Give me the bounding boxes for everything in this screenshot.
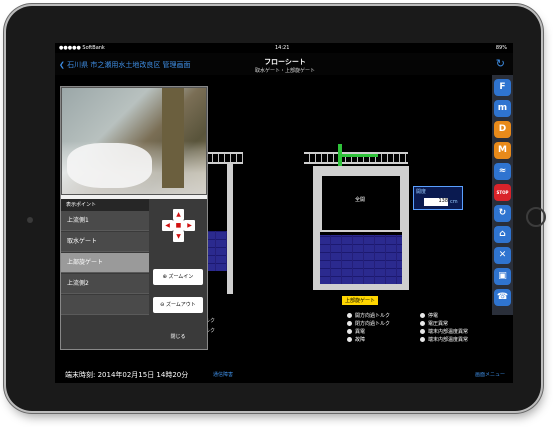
comm-error-link[interactable]: 通信障害 <box>213 371 233 378</box>
pan-left-button[interactable]: ◀ <box>162 220 173 231</box>
legend-item: 端末内部温度異常 <box>420 328 468 336</box>
page-title: フローシート <box>264 58 306 66</box>
status-bar: ●●●●● SoftBank 14:21 89% <box>55 43 513 53</box>
back-button[interactable]: ❮ 石川県 市之瀬用水土地改良区 管理画面 <box>59 60 191 70</box>
stop-icon[interactable]: STOP <box>494 184 511 201</box>
legend-item: 閉方向過トルク <box>347 320 390 328</box>
legend-center: 開方向過トルク 閉方向過トルク 異電 故障 <box>347 312 390 344</box>
legend-item: 開方向過トルク <box>347 312 390 320</box>
pan-up-button[interactable]: ▲ <box>173 209 184 220</box>
legend-item: 停電 <box>420 312 468 320</box>
gate-frame-top <box>313 166 409 174</box>
home-button[interactable] <box>526 207 546 227</box>
carrier-label: ●●●●● SoftBank <box>59 45 105 51</box>
gate-water <box>320 235 402 284</box>
gate-opening-value: 138 <box>424 198 448 206</box>
view-point-item[interactable]: 取水ゲート <box>61 232 149 252</box>
zoom-out-button[interactable]: ⊖ ズームアウト <box>153 297 203 313</box>
legend-item: 端末内部温度異常 <box>420 336 468 344</box>
view-point-header: 表示ポイント <box>61 199 149 211</box>
gate-name-tag: 上部旋ゲート <box>342 296 379 305</box>
side-button-f[interactable]: F <box>494 79 511 96</box>
gate-floor <box>313 284 409 290</box>
legend-right: 停電 電圧異常 端末内部温度異常 端末内部温度異常 <box>420 312 468 344</box>
gate-opening-unit: cm <box>450 199 458 205</box>
terminal-time: 端末時刻: 2014年02月15日 14時20分 <box>65 371 189 379</box>
gate-opening-label: 開度 <box>416 189 427 195</box>
home-icon[interactable]: ⌂ <box>494 226 511 243</box>
legend-item: 故障 <box>347 336 390 344</box>
side-toolbar: F m D M ≈ STOP ↻ ⌂ ✕ ▣ ☎ <box>492 75 513 315</box>
back-label: 石川県 市之瀬用水土地改良区 管理画面 <box>67 61 191 69</box>
camera-water-spray <box>67 143 152 188</box>
legend-item: 電圧異常 <box>420 320 468 328</box>
left-gate-water <box>205 231 227 271</box>
app-screen: ●●●●● SoftBank 14:21 89% ❮ 石川県 市之瀬用水土地改良… <box>55 43 513 383</box>
pan-right-button[interactable]: ▶ <box>184 220 195 231</box>
tools-icon[interactable]: ✕ <box>494 247 511 264</box>
left-gate-pillar <box>227 164 233 294</box>
refresh-cycle-icon[interactable]: ↻ <box>494 205 511 222</box>
view-point-list: 表示ポイント 上流側1 取水ゲート 上部旋ゲート 上流側2 <box>61 199 149 349</box>
side-button-d[interactable]: D <box>494 121 511 138</box>
screen-menu-link[interactable]: 画面メニュー <box>475 371 505 378</box>
wave-icon[interactable]: ≈ <box>494 163 511 180</box>
clock: 14:21 <box>275 45 290 51</box>
phone-icon[interactable]: ☎ <box>494 289 511 306</box>
zoom-in-button[interactable]: ⊕ ズームイン <box>153 269 203 285</box>
gate-pillar-right <box>402 174 409 284</box>
side-button-m2[interactable]: M <box>494 142 511 159</box>
chevron-left-icon: ❮ <box>59 61 68 69</box>
camera-gate-pillar <box>162 88 184 188</box>
navigation-bar: ❮ 石川県 市之瀬用水土地改良区 管理画面 フローシート 取水ゲート・上部旋ゲー… <box>55 53 513 75</box>
side-button-m[interactable]: m <box>494 100 511 117</box>
view-point-item-empty <box>61 295 149 315</box>
gate-pillar-left <box>313 174 320 284</box>
view-point-item[interactable]: 上流側1 <box>61 211 149 231</box>
gate-leaf <box>320 174 402 232</box>
camera-controls: ▲ ◀ ■ ▶ ▼ ⊕ ズームイン ⊖ ズームアウト 閉じる <box>149 199 207 349</box>
gate-mechanism-green-2 <box>338 154 378 157</box>
camera-feed <box>61 87 207 195</box>
close-button[interactable]: 閉じる <box>153 330 203 344</box>
refresh-icon[interactable]: ↻ <box>496 57 505 70</box>
front-camera <box>27 217 33 223</box>
legend-item: 異電 <box>347 328 390 336</box>
camera-icon[interactable]: ▣ <box>494 268 511 285</box>
page-subtitle: 取水ゲート・上部旋ゲート <box>254 68 315 74</box>
gate-opening-box: 開度 138 cm <box>413 186 463 210</box>
footer-bar: 端末時刻: 2014年02月15日 14時20分 通信障害 画面メニュー <box>55 368 513 383</box>
gate-status-label: 全開 <box>355 197 366 203</box>
direction-pad: ▲ ◀ ■ ▶ ▼ <box>162 209 195 242</box>
camera-popover: 表示ポイント 上流側1 取水ゲート 上部旋ゲート 上流側2 ▲ ◀ ■ ▶ ▼ … <box>60 86 208 350</box>
battery-level: 89% <box>495 45 507 51</box>
pan-down-button[interactable]: ▼ <box>173 231 184 242</box>
view-point-item-selected[interactable]: 上部旋ゲート <box>61 253 149 273</box>
pan-center-button[interactable]: ■ <box>173 220 184 231</box>
view-point-item[interactable]: 上流側2 <box>61 274 149 294</box>
